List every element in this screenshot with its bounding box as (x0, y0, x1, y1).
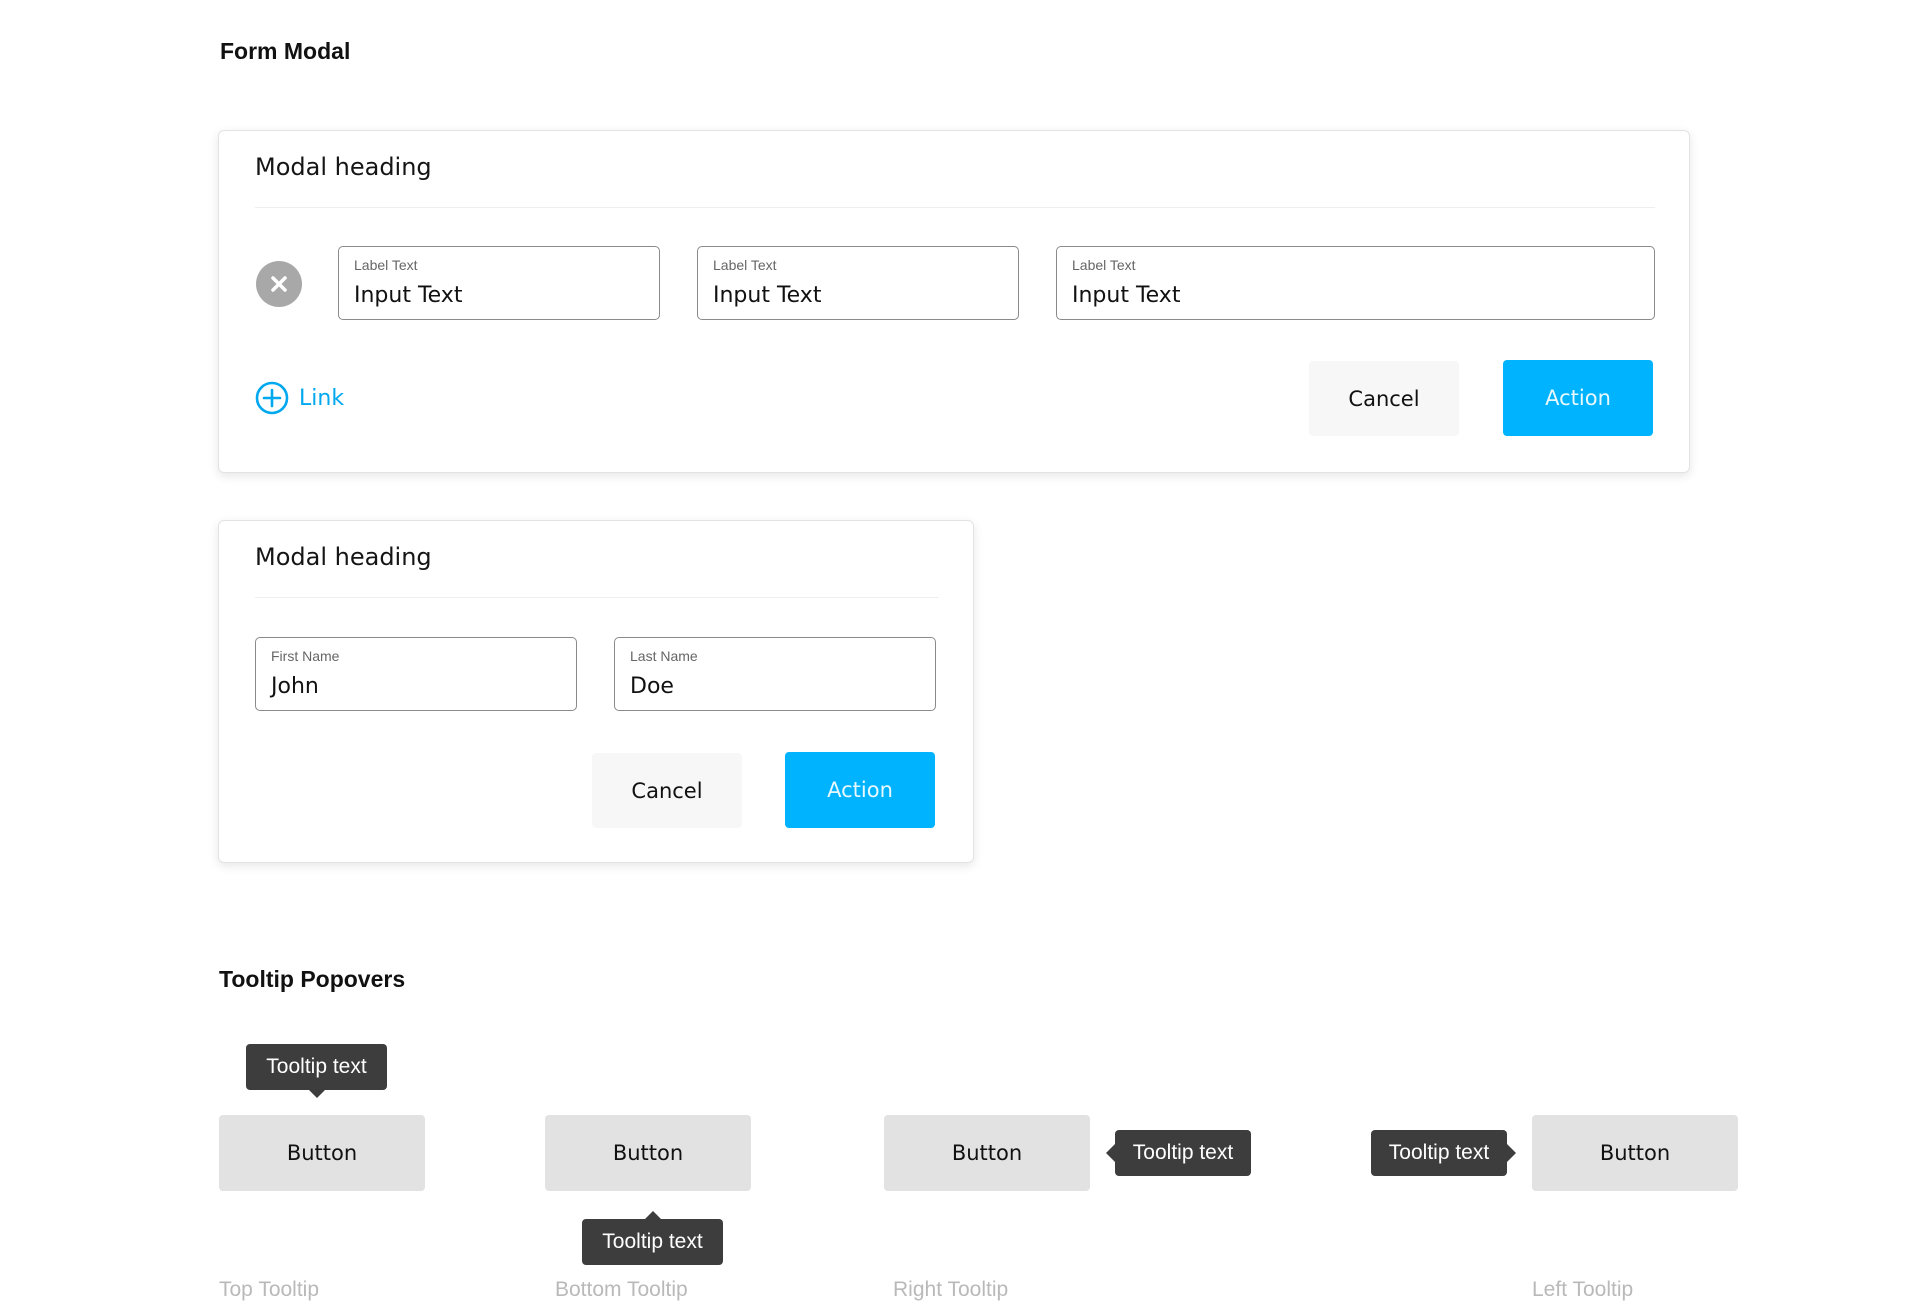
text-field-2[interactable]: Label Text Input Text (697, 246, 1019, 320)
tooltip-left: Tooltip text (1371, 1130, 1516, 1176)
tooltip-text: Tooltip text (602, 1230, 703, 1253)
field-value[interactable]: Input Text (1072, 283, 1180, 308)
cancel-button[interactable]: Cancel (592, 753, 742, 828)
button-top-tooltip[interactable]: Button (219, 1115, 425, 1191)
modal-heading: Modal heading (255, 153, 432, 181)
caption-right-tooltip: Right Tooltip (893, 1278, 1009, 1301)
button-bottom-tooltip[interactable]: Button (545, 1115, 751, 1191)
field-label: Label Text (1072, 257, 1136, 273)
tooltip-text: Tooltip text (1132, 1141, 1234, 1164)
tooltip-right: Tooltip text (1106, 1130, 1251, 1176)
field-label: Last Name (630, 648, 698, 664)
last-name-field[interactable]: Last Name Doe (614, 637, 936, 711)
field-label: Label Text (713, 257, 777, 273)
section-title-form-modal: Form Modal (220, 38, 351, 64)
tooltip-arrow (644, 1211, 662, 1220)
tooltip-text: Tooltip text (1388, 1141, 1490, 1164)
button-right-tooltip[interactable]: Button (884, 1115, 1090, 1191)
link-label[interactable]: Link (299, 386, 344, 411)
modal-divider (255, 597, 939, 598)
button-left-tooltip[interactable]: Button (1532, 1115, 1738, 1191)
tooltip-bottom: Tooltip text (582, 1211, 723, 1265)
cancel-button[interactable]: Cancel (1309, 361, 1459, 436)
first-name-field[interactable]: First Name John (255, 637, 577, 711)
modal-narrow: Modal heading First Name John Last Name … (218, 520, 974, 863)
tooltip-text: Tooltip text (266, 1055, 367, 1078)
text-field-3[interactable]: Label Text Input Text (1056, 246, 1655, 320)
modal-heading: Modal heading (255, 543, 432, 571)
tooltip-arrow (308, 1089, 326, 1098)
field-value[interactable]: Doe (630, 674, 674, 699)
field-value[interactable]: Input Text (713, 283, 821, 308)
field-label: Label Text (354, 257, 418, 273)
plus-circle-icon (255, 381, 289, 415)
caption-top-tooltip: Top Tooltip (219, 1278, 320, 1301)
modal-wide: Modal heading Label Text Input Text Labe… (218, 130, 1690, 473)
field-value[interactable]: Input Text (354, 283, 462, 308)
modal-divider (255, 207, 1655, 208)
field-value[interactable]: John (271, 674, 319, 699)
section-title-tooltip-popovers: Tooltip Popovers (219, 966, 406, 992)
tooltip-arrow (1507, 1144, 1516, 1162)
caption-bottom-tooltip: Bottom Tooltip (555, 1278, 688, 1301)
close-circle-icon[interactable] (256, 261, 302, 307)
caption-left-tooltip: Left Tooltip (1532, 1278, 1634, 1301)
action-button[interactable]: Action (1503, 360, 1653, 436)
add-link[interactable]: Link (255, 381, 344, 415)
tooltip-top: Tooltip text (246, 1044, 387, 1098)
text-field-1[interactable]: Label Text Input Text (338, 246, 660, 320)
field-label: First Name (271, 648, 340, 664)
tooltip-arrow (1106, 1144, 1115, 1162)
action-button[interactable]: Action (785, 752, 935, 828)
